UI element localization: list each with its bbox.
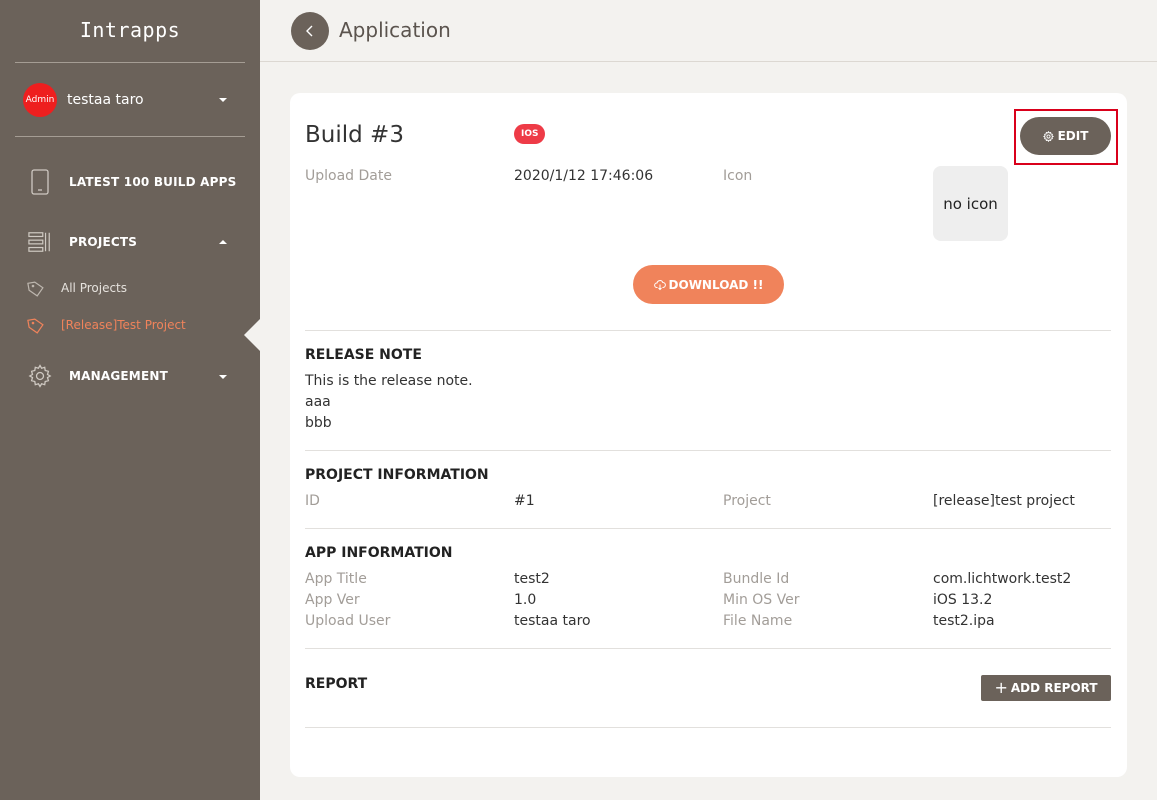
upload-user-value: testaa taro (514, 613, 591, 629)
nav-management-label: MANAGEMENT (69, 369, 168, 383)
app-info-title: APP INFORMATION (305, 545, 453, 561)
release-note-line: aaa (305, 394, 331, 410)
edit-button-label: EDIT (1057, 129, 1089, 143)
edit-button[interactable]: EDIT (1020, 117, 1111, 155)
upload-date-label: Upload Date (305, 168, 392, 184)
sidebar: Intrapps Admin testaa taro LATEST 100 BU… (0, 0, 260, 800)
project-name-label: Project (723, 493, 771, 509)
user-name: testaa taro (67, 92, 144, 108)
project-info-title: PROJECT INFORMATION (305, 467, 489, 483)
min-os-ver-label: Min OS Ver (723, 592, 800, 608)
section-divider (305, 330, 1111, 331)
tag-icon (27, 317, 45, 335)
file-name-value: test2.ipa (933, 613, 995, 629)
sidebar-divider (15, 62, 245, 63)
brand-logo[interactable]: Intrapps (0, 18, 260, 42)
file-name-label: File Name (723, 613, 793, 629)
nav-latest-builds-label: LATEST 100 BUILD APPS (69, 175, 237, 189)
nav-latest-builds[interactable]: LATEST 100 BUILD APPS (0, 168, 260, 196)
project-id-label: ID (305, 493, 320, 509)
bundle-id-value: com.lichtwork.test2 (933, 571, 1072, 587)
app-icon-placeholder: no icon (933, 166, 1008, 241)
user-chevron-down-icon[interactable] (219, 98, 227, 102)
chevron-left-icon (306, 25, 313, 37)
icon-label: Icon (723, 168, 753, 184)
app-ver-value: 1.0 (514, 592, 537, 608)
management-chevron-down-icon[interactable] (219, 375, 227, 379)
download-button[interactable]: DOWNLOAD !! (633, 265, 784, 304)
active-indicator (244, 319, 260, 351)
app-title-value: test2 (514, 571, 550, 587)
page-title: Application (339, 18, 451, 42)
upload-date-value: 2020/1/12 17:46:06 (514, 168, 654, 184)
build-title: Build #3 (305, 122, 404, 148)
report-title: REPORT (305, 676, 368, 692)
sidebar-item-release-test-project[interactable]: [Release]Test Project (0, 310, 244, 340)
add-report-button[interactable]: + ADD REPORT (981, 675, 1111, 701)
release-note-line: This is the release note. (305, 373, 473, 389)
mobile-device-icon (28, 169, 52, 195)
os-badge: IOS (514, 124, 546, 144)
plus-icon: + (994, 678, 1008, 697)
release-note-line: bbb (305, 415, 332, 431)
section-divider (305, 648, 1111, 649)
project-name-value: [release]test project (933, 493, 1075, 509)
section-divider (305, 450, 1111, 451)
section-divider (305, 528, 1111, 529)
avatar: Admin (23, 83, 57, 117)
sidebar-item-label: All Projects (61, 281, 127, 295)
projects-chevron-up-icon[interactable] (219, 240, 227, 244)
min-os-ver-value: iOS 13.2 (933, 592, 993, 608)
bundle-id-label: Bundle Id (723, 571, 790, 587)
page-header: Application (260, 0, 1157, 62)
sidebar-item-all-projects[interactable]: All Projects (0, 273, 244, 303)
add-report-label: ADD REPORT (1010, 681, 1098, 695)
nav-projects-label: PROJECTS (69, 235, 138, 249)
gear-icon (28, 364, 52, 388)
cloud-download-icon (653, 279, 666, 290)
project-id-value: #1 (514, 493, 535, 509)
back-button[interactable] (291, 12, 329, 50)
projects-list-icon (28, 230, 52, 254)
download-button-label: DOWNLOAD !! (668, 277, 764, 292)
user-menu[interactable]: Admin testaa taro (23, 83, 233, 117)
tag-icon (27, 280, 45, 298)
build-detail-card: Build #3 IOS EDIT Upload Date 2020/1/12 … (290, 93, 1127, 777)
sidebar-item-label: [Release]Test Project (61, 318, 186, 332)
app-ver-label: App Ver (305, 592, 360, 608)
gear-icon (1042, 130, 1054, 142)
sidebar-divider (15, 136, 245, 137)
section-divider (305, 727, 1111, 728)
app-title-label: App Title (305, 571, 367, 587)
upload-user-label: Upload User (305, 613, 391, 629)
release-note-title: RELEASE NOTE (305, 347, 422, 363)
